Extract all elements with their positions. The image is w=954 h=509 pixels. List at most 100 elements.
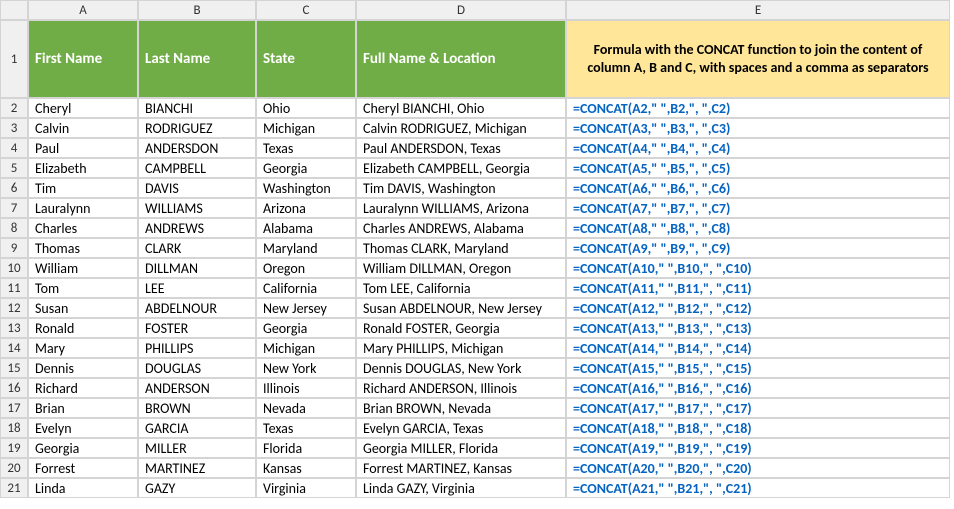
row-header-8[interactable]: 8	[0, 218, 28, 238]
cell-E18[interactable]: =CONCAT(A18," ",B18,", ",C18)	[566, 418, 950, 438]
row-header-4[interactable]: 4	[0, 138, 28, 158]
cell-D4[interactable]: Paul ANDERSDON, Texas	[356, 138, 566, 158]
cell-A16[interactable]: Richard	[28, 378, 138, 398]
col-header-B[interactable]: B	[138, 0, 256, 20]
col-header-A[interactable]: A	[28, 0, 138, 20]
select-all-corner[interactable]	[0, 0, 28, 20]
row-header-16[interactable]: 16	[0, 378, 28, 398]
col-header-E[interactable]: E	[566, 0, 950, 20]
cell-E10[interactable]: =CONCAT(A10," ",B10,", ",C10)	[566, 258, 950, 278]
cell-A6[interactable]: Tim	[28, 178, 138, 198]
cell-C18[interactable]: Texas	[256, 418, 356, 438]
cell-D10[interactable]: William DILLMAN, Oregon	[356, 258, 566, 278]
col-header-D[interactable]: D	[356, 0, 566, 20]
cell-A14[interactable]: Mary	[28, 338, 138, 358]
cell-C9[interactable]: Maryland	[256, 238, 356, 258]
cell-B13[interactable]: FOSTER	[138, 318, 256, 338]
row-header-18[interactable]: 18	[0, 418, 28, 438]
cell-B3[interactable]: RODRIGUEZ	[138, 118, 256, 138]
cell-B10[interactable]: DILLMAN	[138, 258, 256, 278]
cell-B5[interactable]: CAMPBELL	[138, 158, 256, 178]
cell-D17[interactable]: Brian BROWN, Nevada	[356, 398, 566, 418]
cell-A8[interactable]: Charles	[28, 218, 138, 238]
cell-D9[interactable]: Thomas CLARK, Maryland	[356, 238, 566, 258]
cell-D2[interactable]: Cheryl BIANCHI, Ohio	[356, 98, 566, 118]
cell-C2[interactable]: Ohio	[256, 98, 356, 118]
cell-B7[interactable]: WILLIAMS	[138, 198, 256, 218]
cell-D16[interactable]: Richard ANDERSON, Illinois	[356, 378, 566, 398]
cell-E9[interactable]: =CONCAT(A9," ",B9,", ",C9)	[566, 238, 950, 258]
row-header-2[interactable]: 2	[0, 98, 28, 118]
row-header-15[interactable]: 15	[0, 358, 28, 378]
cell-D6[interactable]: Tim DAVIS, Washington	[356, 178, 566, 198]
cell-C19[interactable]: Florida	[256, 438, 356, 458]
cell-B18[interactable]: GARCIA	[138, 418, 256, 438]
cell-A11[interactable]: Tom	[28, 278, 138, 298]
cell-D14[interactable]: Mary PHILLIPS, Michigan	[356, 338, 566, 358]
cell-C1[interactable]: State	[256, 20, 356, 98]
row-header-13[interactable]: 13	[0, 318, 28, 338]
cell-A5[interactable]: Elizabeth	[28, 158, 138, 178]
cell-B20[interactable]: MARTINEZ	[138, 458, 256, 478]
cell-D11[interactable]: Tom LEE, California	[356, 278, 566, 298]
cell-B14[interactable]: PHILLIPS	[138, 338, 256, 358]
cell-A9[interactable]: Thomas	[28, 238, 138, 258]
cell-A19[interactable]: Georgia	[28, 438, 138, 458]
cell-B2[interactable]: BIANCHI	[138, 98, 256, 118]
cell-D19[interactable]: Georgia MILLER, Florida	[356, 438, 566, 458]
row-header-7[interactable]: 7	[0, 198, 28, 218]
row-header-14[interactable]: 14	[0, 338, 28, 358]
row-header-11[interactable]: 11	[0, 278, 28, 298]
cell-C17[interactable]: Nevada	[256, 398, 356, 418]
cell-D1[interactable]: Full Name & Location	[356, 20, 566, 98]
cell-E20[interactable]: =CONCAT(A20," ",B20,", ",C20)	[566, 458, 950, 478]
col-header-C[interactable]: C	[256, 0, 356, 20]
row-header-17[interactable]: 17	[0, 398, 28, 418]
cell-B11[interactable]: LEE	[138, 278, 256, 298]
row-header-9[interactable]: 9	[0, 238, 28, 258]
cell-E16[interactable]: =CONCAT(A16," ",B16,", ",C16)	[566, 378, 950, 398]
cell-D20[interactable]: Forrest MARTINEZ, Kansas	[356, 458, 566, 478]
cell-D12[interactable]: Susan ABDELNOUR, New Jersey	[356, 298, 566, 318]
cell-B17[interactable]: BROWN	[138, 398, 256, 418]
cell-E4[interactable]: =CONCAT(A4," ",B4,", ",C4)	[566, 138, 950, 158]
cell-C15[interactable]: New York	[256, 358, 356, 378]
cell-B12[interactable]: ABDELNOUR	[138, 298, 256, 318]
row-header-6[interactable]: 6	[0, 178, 28, 198]
cell-B16[interactable]: ANDERSON	[138, 378, 256, 398]
row-header-3[interactable]: 3	[0, 118, 28, 138]
cell-A20[interactable]: Forrest	[28, 458, 138, 478]
cell-C21[interactable]: Virginia	[256, 478, 356, 498]
cell-D13[interactable]: Ronald FOSTER, Georgia	[356, 318, 566, 338]
cell-B4[interactable]: ANDERSDON	[138, 138, 256, 158]
cell-D18[interactable]: Evelyn GARCIA, Texas	[356, 418, 566, 438]
cell-E7[interactable]: =CONCAT(A7," ",B7,", ",C7)	[566, 198, 950, 218]
cell-C4[interactable]: Texas	[256, 138, 356, 158]
row-header-19[interactable]: 19	[0, 438, 28, 458]
cell-E12[interactable]: =CONCAT(A12," ",B12,", ",C12)	[566, 298, 950, 318]
cell-E13[interactable]: =CONCAT(A13," ",B13,", ",C13)	[566, 318, 950, 338]
cell-E3[interactable]: =CONCAT(A3," ",B3,", ",C3)	[566, 118, 950, 138]
cell-E19[interactable]: =CONCAT(A19," ",B19,", ",C19)	[566, 438, 950, 458]
cell-A18[interactable]: Evelyn	[28, 418, 138, 438]
cell-C13[interactable]: Georgia	[256, 318, 356, 338]
cell-D3[interactable]: Calvin RODRIGUEZ, Michigan	[356, 118, 566, 138]
cell-C14[interactable]: Michigan	[256, 338, 356, 358]
cell-C5[interactable]: Georgia	[256, 158, 356, 178]
row-header-5[interactable]: 5	[0, 158, 28, 178]
cell-A2[interactable]: Cheryl	[28, 98, 138, 118]
cell-A12[interactable]: Susan	[28, 298, 138, 318]
cell-C7[interactable]: Arizona	[256, 198, 356, 218]
cell-A7[interactable]: Lauralynn	[28, 198, 138, 218]
cell-C11[interactable]: California	[256, 278, 356, 298]
cell-C10[interactable]: Oregon	[256, 258, 356, 278]
cell-A17[interactable]: Brian	[28, 398, 138, 418]
cell-D15[interactable]: Dennis DOUGLAS, New York	[356, 358, 566, 378]
cell-B8[interactable]: ANDREWS	[138, 218, 256, 238]
row-header-20[interactable]: 20	[0, 458, 28, 478]
row-header-12[interactable]: 12	[0, 298, 28, 318]
cell-A3[interactable]: Calvin	[28, 118, 138, 138]
cell-B1[interactable]: Last Name	[138, 20, 256, 98]
cell-E15[interactable]: =CONCAT(A15," ",B15,", ",C15)	[566, 358, 950, 378]
cell-E8[interactable]: =CONCAT(A8," ",B8,", ",C8)	[566, 218, 950, 238]
